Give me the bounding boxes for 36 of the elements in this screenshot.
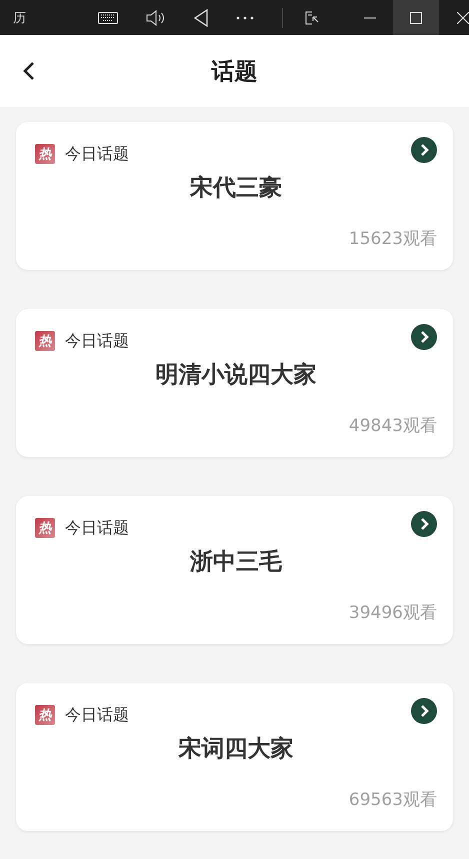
hot-badge: 热 xyxy=(35,705,55,725)
hot-badge: 热 xyxy=(35,331,55,351)
topic-label: 今日话题 xyxy=(65,704,130,726)
chevron-right-icon[interactable] xyxy=(411,511,437,537)
topic-title: 明清小说四大家 xyxy=(154,361,318,390)
topic-card[interactable]: 热 今日话题 宋词四大家 69563观看 xyxy=(16,683,453,831)
window-select-icon[interactable] xyxy=(305,10,319,24)
window-title: 历 xyxy=(12,10,27,26)
speaker-icon[interactable] xyxy=(146,10,166,26)
keyboard-icon[interactable] xyxy=(98,12,118,24)
view-count: 15623观看 xyxy=(348,228,437,250)
topic-card[interactable]: 热 今日话题 明清小说四大家 49843观看 xyxy=(16,309,453,457)
back-triangle-icon[interactable] xyxy=(194,8,208,26)
hot-badge: 热 xyxy=(35,144,55,164)
topic-title: 宋词四大家 xyxy=(177,735,294,764)
topic-title: 宋代三豪 xyxy=(188,174,283,203)
view-count: 39496观看 xyxy=(348,602,437,624)
more-icon[interactable] xyxy=(236,16,254,20)
chevron-right-icon[interactable] xyxy=(411,698,437,724)
topic-label: 今日话题 xyxy=(65,330,130,352)
topic-label: 今日话题 xyxy=(65,518,130,538)
maximize-icon xyxy=(410,12,422,24)
view-count: 49843观看 xyxy=(348,415,437,437)
close-icon xyxy=(457,12,469,24)
topic-card[interactable]: 热 今日话题 浙中三毛 39496观看 xyxy=(16,496,453,644)
chevron-right-icon[interactable] xyxy=(411,137,437,163)
page-title: 话题 xyxy=(212,58,258,86)
back-icon[interactable] xyxy=(23,61,35,81)
topic-card[interactable]: 热 今日话题 宋代三豪 15623观看 xyxy=(16,122,453,270)
maximize-button[interactable] xyxy=(393,0,439,35)
hot-badge: 热 xyxy=(35,518,55,538)
chevron-right-icon[interactable] xyxy=(411,324,437,350)
topic-title: 浙中三毛 xyxy=(188,548,283,577)
view-count: 69563观看 xyxy=(348,789,437,811)
minimize-icon xyxy=(364,16,376,18)
topic-label: 今日话题 xyxy=(65,144,130,164)
